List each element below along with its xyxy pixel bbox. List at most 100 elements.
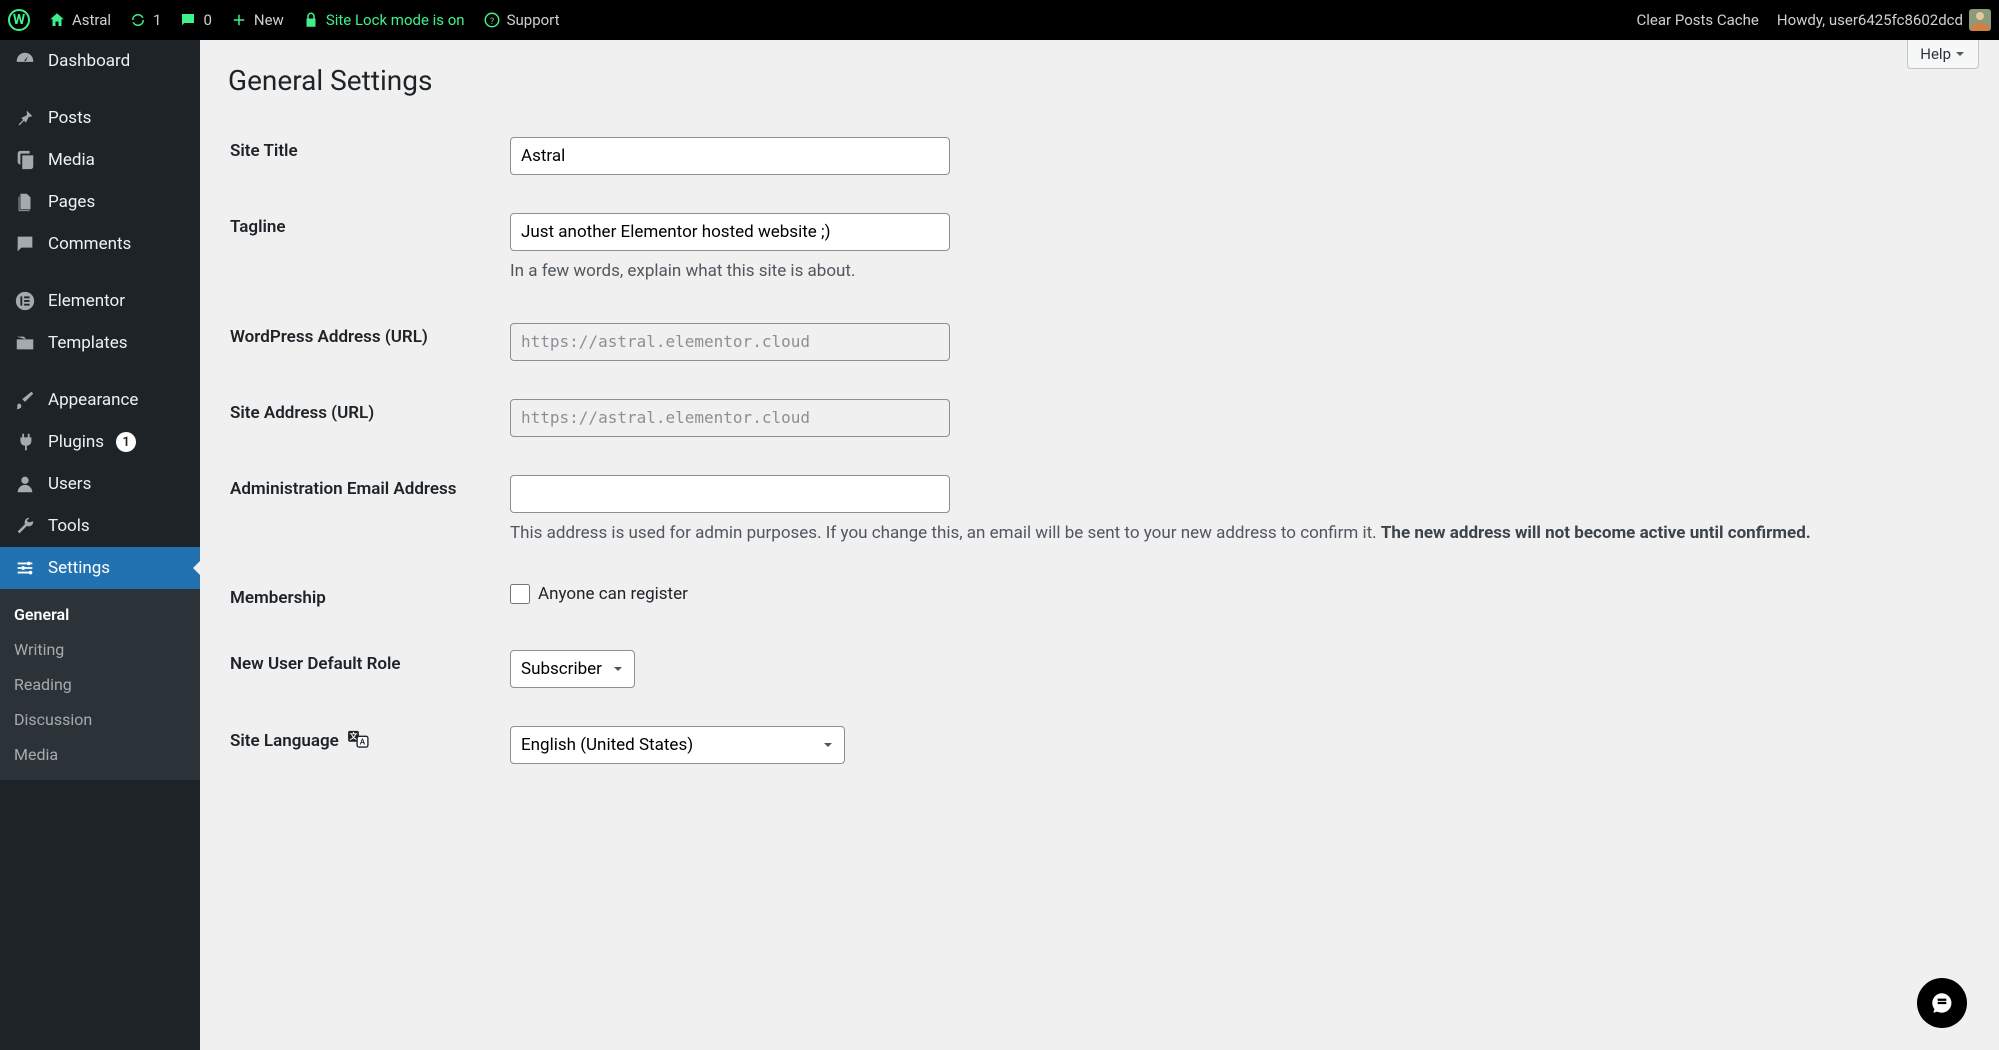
- site-title-input[interactable]: [510, 137, 950, 175]
- submenu-item-media[interactable]: Media: [0, 737, 200, 772]
- sidebar-item-posts[interactable]: Posts: [0, 97, 200, 139]
- submenu-item-discussion[interactable]: Discussion: [0, 702, 200, 737]
- sidebar-label: Media: [48, 150, 95, 170]
- tagline-input[interactable]: [510, 213, 950, 251]
- membership-checkbox-label[interactable]: Anyone can register: [510, 584, 1959, 604]
- submenu-item-reading[interactable]: Reading: [0, 667, 200, 702]
- sidebar-label: Settings: [48, 558, 110, 578]
- site-title-label: Site Title: [230, 119, 508, 193]
- new-label: New: [254, 11, 284, 29]
- site-language-label: Site Language 文A: [230, 708, 508, 782]
- admin-email-input[interactable]: [510, 475, 950, 513]
- default-role-select[interactable]: Subscriber: [510, 650, 635, 688]
- comments-icon: [14, 233, 36, 255]
- dashboard-icon: [14, 50, 36, 72]
- sliders-icon: [14, 557, 36, 579]
- sidebar-label: Templates: [48, 333, 128, 353]
- page-title: General Settings: [228, 50, 1971, 117]
- settings-submenu: General Writing Reading Discussion Media: [0, 589, 200, 780]
- wordpress-logo-icon[interactable]: W: [8, 9, 30, 31]
- wrench-icon: [14, 515, 36, 537]
- sidebar-label: Elementor: [48, 291, 125, 311]
- clear-cache-label: Clear Posts Cache: [1637, 11, 1759, 29]
- updates-count: 1: [153, 11, 161, 29]
- chat-widget-button[interactable]: [1917, 978, 1967, 1028]
- svg-text:?: ?: [489, 17, 493, 27]
- chat-icon: [1929, 990, 1955, 1016]
- support-link[interactable]: ? Support: [483, 11, 560, 29]
- templates-icon: [14, 332, 36, 354]
- account-link[interactable]: Howdy, user6425fc8602dcd: [1777, 9, 1991, 31]
- admin-sidebar: Dashboard Posts Media Pages Comments Ele…: [0, 40, 200, 1050]
- avatar-icon: [1969, 9, 1991, 31]
- admin-email-label: Administration Email Address: [230, 457, 508, 565]
- svg-text:A: A: [360, 736, 366, 746]
- submenu-item-writing[interactable]: Writing: [0, 632, 200, 667]
- refresh-icon: [129, 11, 147, 29]
- media-icon: [14, 149, 36, 171]
- help-tab[interactable]: Help: [1907, 40, 1979, 69]
- sidebar-label: Pages: [48, 192, 95, 212]
- home-icon: [48, 11, 66, 29]
- new-content-link[interactable]: New: [230, 11, 284, 29]
- updates-link[interactable]: 1: [129, 11, 161, 29]
- user-icon: [14, 473, 36, 495]
- tagline-label: Tagline: [230, 195, 508, 303]
- tagline-description: In a few words, explain what this site i…: [510, 259, 1959, 285]
- admin-email-description: This address is used for admin purposes.…: [510, 521, 1959, 547]
- sidebar-label: Dashboard: [48, 51, 130, 71]
- site-lock-label: Site Lock mode is on: [326, 11, 465, 29]
- chevron-down-icon: [1954, 48, 1966, 60]
- sidebar-label: Users: [48, 474, 91, 494]
- comments-count: 0: [203, 11, 211, 29]
- sidebar-label: Plugins: [48, 432, 104, 452]
- membership-option-text: Anyone can register: [538, 584, 688, 604]
- lock-icon: [302, 11, 320, 29]
- sidebar-item-media[interactable]: Media: [0, 139, 200, 181]
- default-role-label: New User Default Role: [230, 632, 508, 706]
- plus-icon: [230, 11, 248, 29]
- plugins-update-badge: 1: [116, 432, 136, 452]
- sidebar-label: Appearance: [48, 390, 138, 410]
- clear-cache-link[interactable]: Clear Posts Cache: [1637, 11, 1759, 29]
- comments-link[interactable]: 0: [179, 11, 211, 29]
- howdy-text: Howdy, user6425fc8602dcd: [1777, 11, 1963, 29]
- sidebar-item-comments[interactable]: Comments: [0, 223, 200, 265]
- help-label: Help: [1920, 45, 1951, 63]
- wp-url-label: WordPress Address (URL): [230, 305, 508, 379]
- membership-label: Membership: [230, 566, 508, 630]
- sidebar-item-dashboard[interactable]: Dashboard: [0, 40, 200, 82]
- help-icon: ?: [483, 11, 501, 29]
- comment-icon: [179, 11, 197, 29]
- sidebar-label: Tools: [48, 516, 90, 536]
- brush-icon: [14, 389, 36, 411]
- sidebar-item-appearance[interactable]: Appearance: [0, 379, 200, 421]
- admin-toolbar: W Astral 1 0 New Site Lock mode is on ? …: [0, 0, 1999, 40]
- site-url-label: Site Address (URL): [230, 381, 508, 455]
- main-content: Help General Settings Site Title Tagline…: [200, 40, 1999, 824]
- sidebar-item-users[interactable]: Users: [0, 463, 200, 505]
- site-lock-link[interactable]: Site Lock mode is on: [302, 11, 465, 29]
- wp-url-input: [510, 323, 950, 361]
- sidebar-item-plugins[interactable]: Plugins 1: [0, 421, 200, 463]
- sidebar-label: Comments: [48, 234, 131, 254]
- elementor-icon: [14, 290, 36, 312]
- plugin-icon: [14, 431, 36, 453]
- sidebar-item-templates[interactable]: Templates: [0, 322, 200, 364]
- site-language-select[interactable]: English (United States): [510, 726, 845, 764]
- pin-icon: [14, 107, 36, 129]
- site-name: Astral: [72, 11, 111, 29]
- settings-form-table: Site Title Tagline In a few words, expla…: [228, 117, 1971, 784]
- support-label: Support: [507, 11, 560, 29]
- pages-icon: [14, 191, 36, 213]
- site-url-input: [510, 399, 950, 437]
- sidebar-item-pages[interactable]: Pages: [0, 181, 200, 223]
- sidebar-item-elementor[interactable]: Elementor: [0, 280, 200, 322]
- translate-icon: 文A: [347, 730, 369, 753]
- sidebar-item-settings[interactable]: Settings: [0, 547, 200, 589]
- membership-checkbox[interactable]: [510, 584, 530, 604]
- site-home-link[interactable]: Astral: [48, 11, 111, 29]
- sidebar-label: Posts: [48, 108, 91, 128]
- submenu-item-general[interactable]: General: [0, 597, 200, 632]
- sidebar-item-tools[interactable]: Tools: [0, 505, 200, 547]
